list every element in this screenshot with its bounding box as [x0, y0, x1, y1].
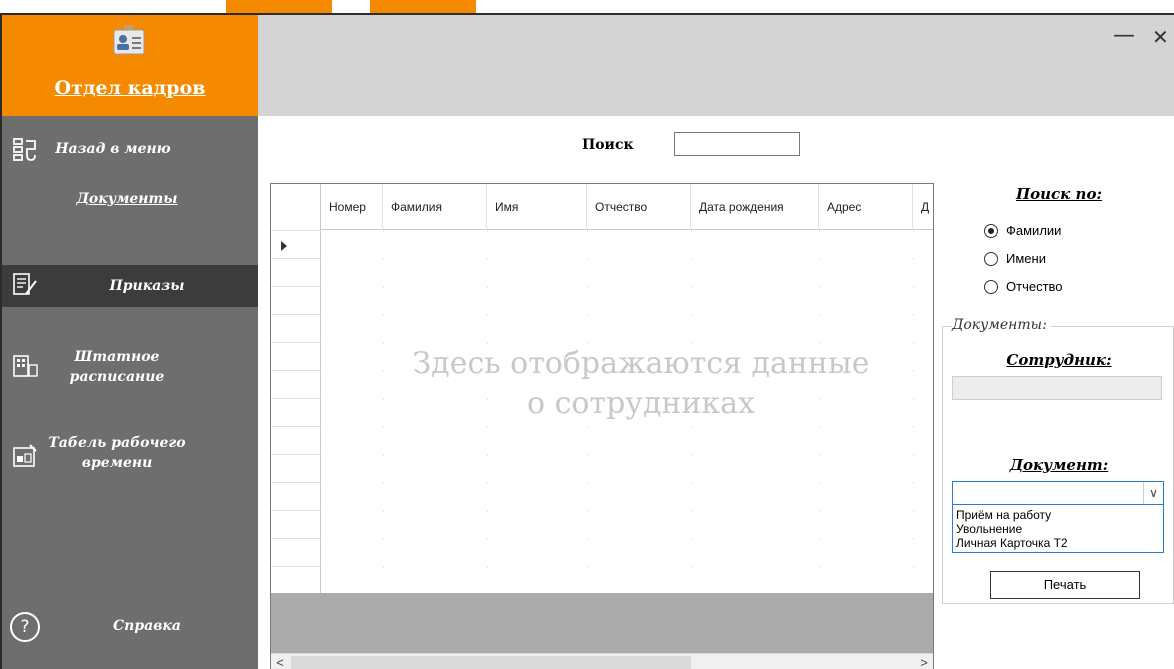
orders-icon — [13, 273, 37, 295]
row-header-column — [271, 184, 321, 593]
sidebar-item-back[interactable]: Назад в меню — [2, 133, 258, 167]
sidebar-item-orders-label: Приказы — [109, 278, 185, 294]
column-header-patronymic[interactable]: Отчество — [587, 184, 691, 230]
grid-body: Номер Фамилия Имя Отчество Дата рождения… — [271, 184, 933, 593]
column-header-firstname[interactable]: Имя — [487, 184, 587, 230]
grid-column-header: Номер Фамилия Имя Отчество Дата рождения… — [321, 184, 933, 230]
minimize-button[interactable]: — — [1113, 23, 1135, 48]
chevron-down-icon[interactable]: ∨ — [1143, 482, 1163, 504]
dropdown-option-personal-card[interactable]: Личная Карточка Т2 — [956, 536, 1160, 550]
column-header-address[interactable]: Адрес — [819, 184, 913, 230]
sidebar-item-back-label: Назад в меню — [55, 141, 171, 157]
search-label: Поиск — [582, 137, 634, 153]
employee-field — [952, 376, 1162, 400]
scrollbar-thumb[interactable] — [291, 656, 691, 669]
radio-patronymic-label: Отчество — [1006, 279, 1063, 294]
horizontal-scrollbar[interactable]: < > — [271, 653, 933, 669]
grid-empty-placeholder: Здесь отображаются данные о сотрудниках — [331, 344, 933, 424]
id-card-icon — [113, 25, 145, 55]
help-icon: ? — [10, 612, 40, 642]
employee-grid[interactable]: Номер Фамилия Имя Отчество Дата рождения… — [270, 183, 934, 669]
column-header-lastname[interactable]: Фамилия — [383, 184, 487, 230]
sidebar: Отдел кадров Назад в меню Документы Прик… — [2, 15, 258, 669]
app-title[interactable]: Отдел кадров — [2, 77, 258, 99]
radio-firstname[interactable]: Имени — [984, 251, 1046, 266]
background-tab-1 — [226, 0, 332, 13]
search-by-title: Поиск по: — [1015, 185, 1103, 203]
close-button[interactable]: ✕ — [1152, 25, 1169, 49]
column-header-number[interactable]: Номер — [321, 184, 383, 230]
document-dropdown-list: Приём на работу Увольнение Личная Карточ… — [952, 504, 1164, 553]
background-tab-2 — [370, 0, 476, 13]
column-header-birthdate[interactable]: Дата рождения — [691, 184, 819, 230]
employee-title: Сотрудник: — [1006, 351, 1112, 369]
column-header-cut[interactable]: Д — [913, 184, 933, 230]
header-bar: — ✕ — [258, 15, 1174, 116]
sidebar-item-timesheet[interactable]: Табель рабочего времени — [2, 431, 258, 481]
sidebar-item-staffing-label: Штатное расписание — [69, 349, 165, 385]
radio-lastname-label: Фамилии — [1006, 223, 1062, 238]
back-menu-icon — [13, 138, 36, 161]
sidebar-item-orders[interactable]: Приказы — [2, 265, 258, 307]
radio-lastname[interactable]: Фамилии — [984, 223, 1061, 238]
radio-lastname-dot[interactable] — [984, 223, 998, 238]
dropdown-option-hire[interactable]: Приём на работу — [956, 508, 1160, 522]
top-strip — [0, 0, 1174, 13]
sidebar-item-help[interactable]: ? Справка — [2, 610, 258, 656]
document-select[interactable]: ∨ — [952, 481, 1164, 505]
right-panel: Поиск по: Фамилии Имени Отчество Докумен… — [942, 175, 1174, 655]
scroll-left-button[interactable]: < — [271, 654, 289, 669]
staffing-icon — [13, 355, 38, 377]
document-title: Документ: — [1009, 456, 1109, 474]
app-window: Отдел кадров Назад в меню Документы Прик… — [0, 13, 1174, 669]
documents-groupbox-legend: Документы: — [952, 317, 1051, 333]
placeholder-line-1: Здесь отображаются данные — [412, 346, 870, 381]
documents-link[interactable]: Документы — [62, 191, 192, 207]
sidebar-item-help-label: Справка — [113, 618, 181, 634]
placeholder-line-2: о сотрудниках — [527, 386, 755, 421]
search-input[interactable] — [674, 132, 800, 156]
sidebar-item-timesheet-label: Табель рабочего времени — [48, 435, 186, 471]
dropdown-option-dismissal[interactable]: Увольнение — [956, 522, 1160, 536]
radio-patronymic[interactable]: Отчество — [984, 279, 1063, 294]
print-button[interactable]: Печать — [990, 571, 1140, 599]
radio-patronymic-dot[interactable] — [984, 279, 998, 294]
timesheet-icon — [13, 444, 37, 467]
radio-firstname-dot[interactable] — [984, 251, 998, 266]
scroll-right-button[interactable]: > — [915, 654, 933, 669]
sidebar-item-staffing[interactable]: Штатное расписание — [2, 341, 258, 391]
brand-block: Отдел кадров — [2, 15, 258, 116]
radio-firstname-label: Имени — [1006, 251, 1046, 266]
current-row-indicator-icon — [281, 241, 287, 251]
